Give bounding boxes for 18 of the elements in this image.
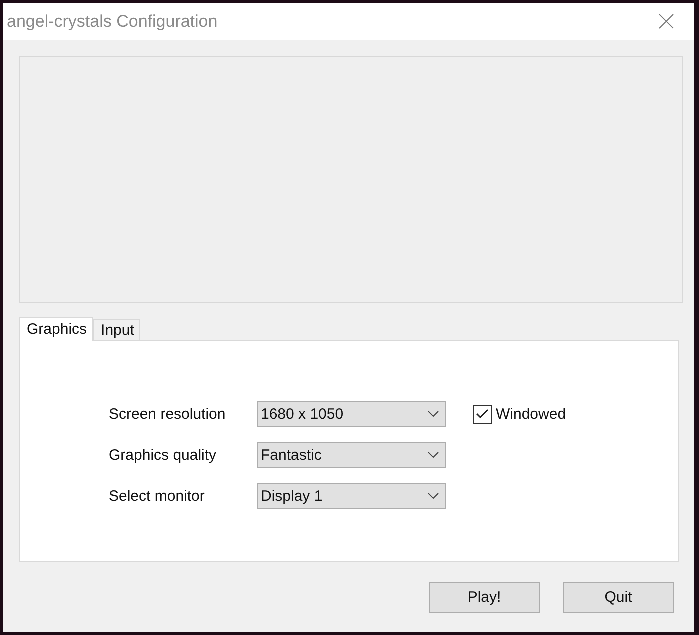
dropdown[interactable]: Display 1 <box>257 483 446 509</box>
tab[interactable]: Input <box>93 319 140 340</box>
chevron-icon <box>428 493 439 499</box>
checkmark-icon <box>476 409 489 419</box>
setting-label: Screen resolution <box>109 406 227 422</box>
setting-label: Graphics quality <box>109 446 218 464</box>
dropdown[interactable]: 1680 x 1050 <box>257 401 446 427</box>
checkbox[interactable] <box>473 404 492 424</box>
dropdown[interactable]: Fantastic <box>257 442 446 468</box>
close-icon <box>658 14 674 29</box>
setting-label: Select monitor <box>109 488 206 504</box>
dialog-button[interactable]: Play! <box>429 582 540 613</box>
window-title: angel-crystals Configuration <box>7 12 218 32</box>
chevron-icon <box>428 411 439 417</box>
dialog-button[interactable]: Quit <box>563 582 674 613</box>
tab[interactable]: Graphics <box>19 317 94 341</box>
chevron-icon <box>428 452 439 458</box>
checkbox-label: Windowed <box>496 406 566 422</box>
